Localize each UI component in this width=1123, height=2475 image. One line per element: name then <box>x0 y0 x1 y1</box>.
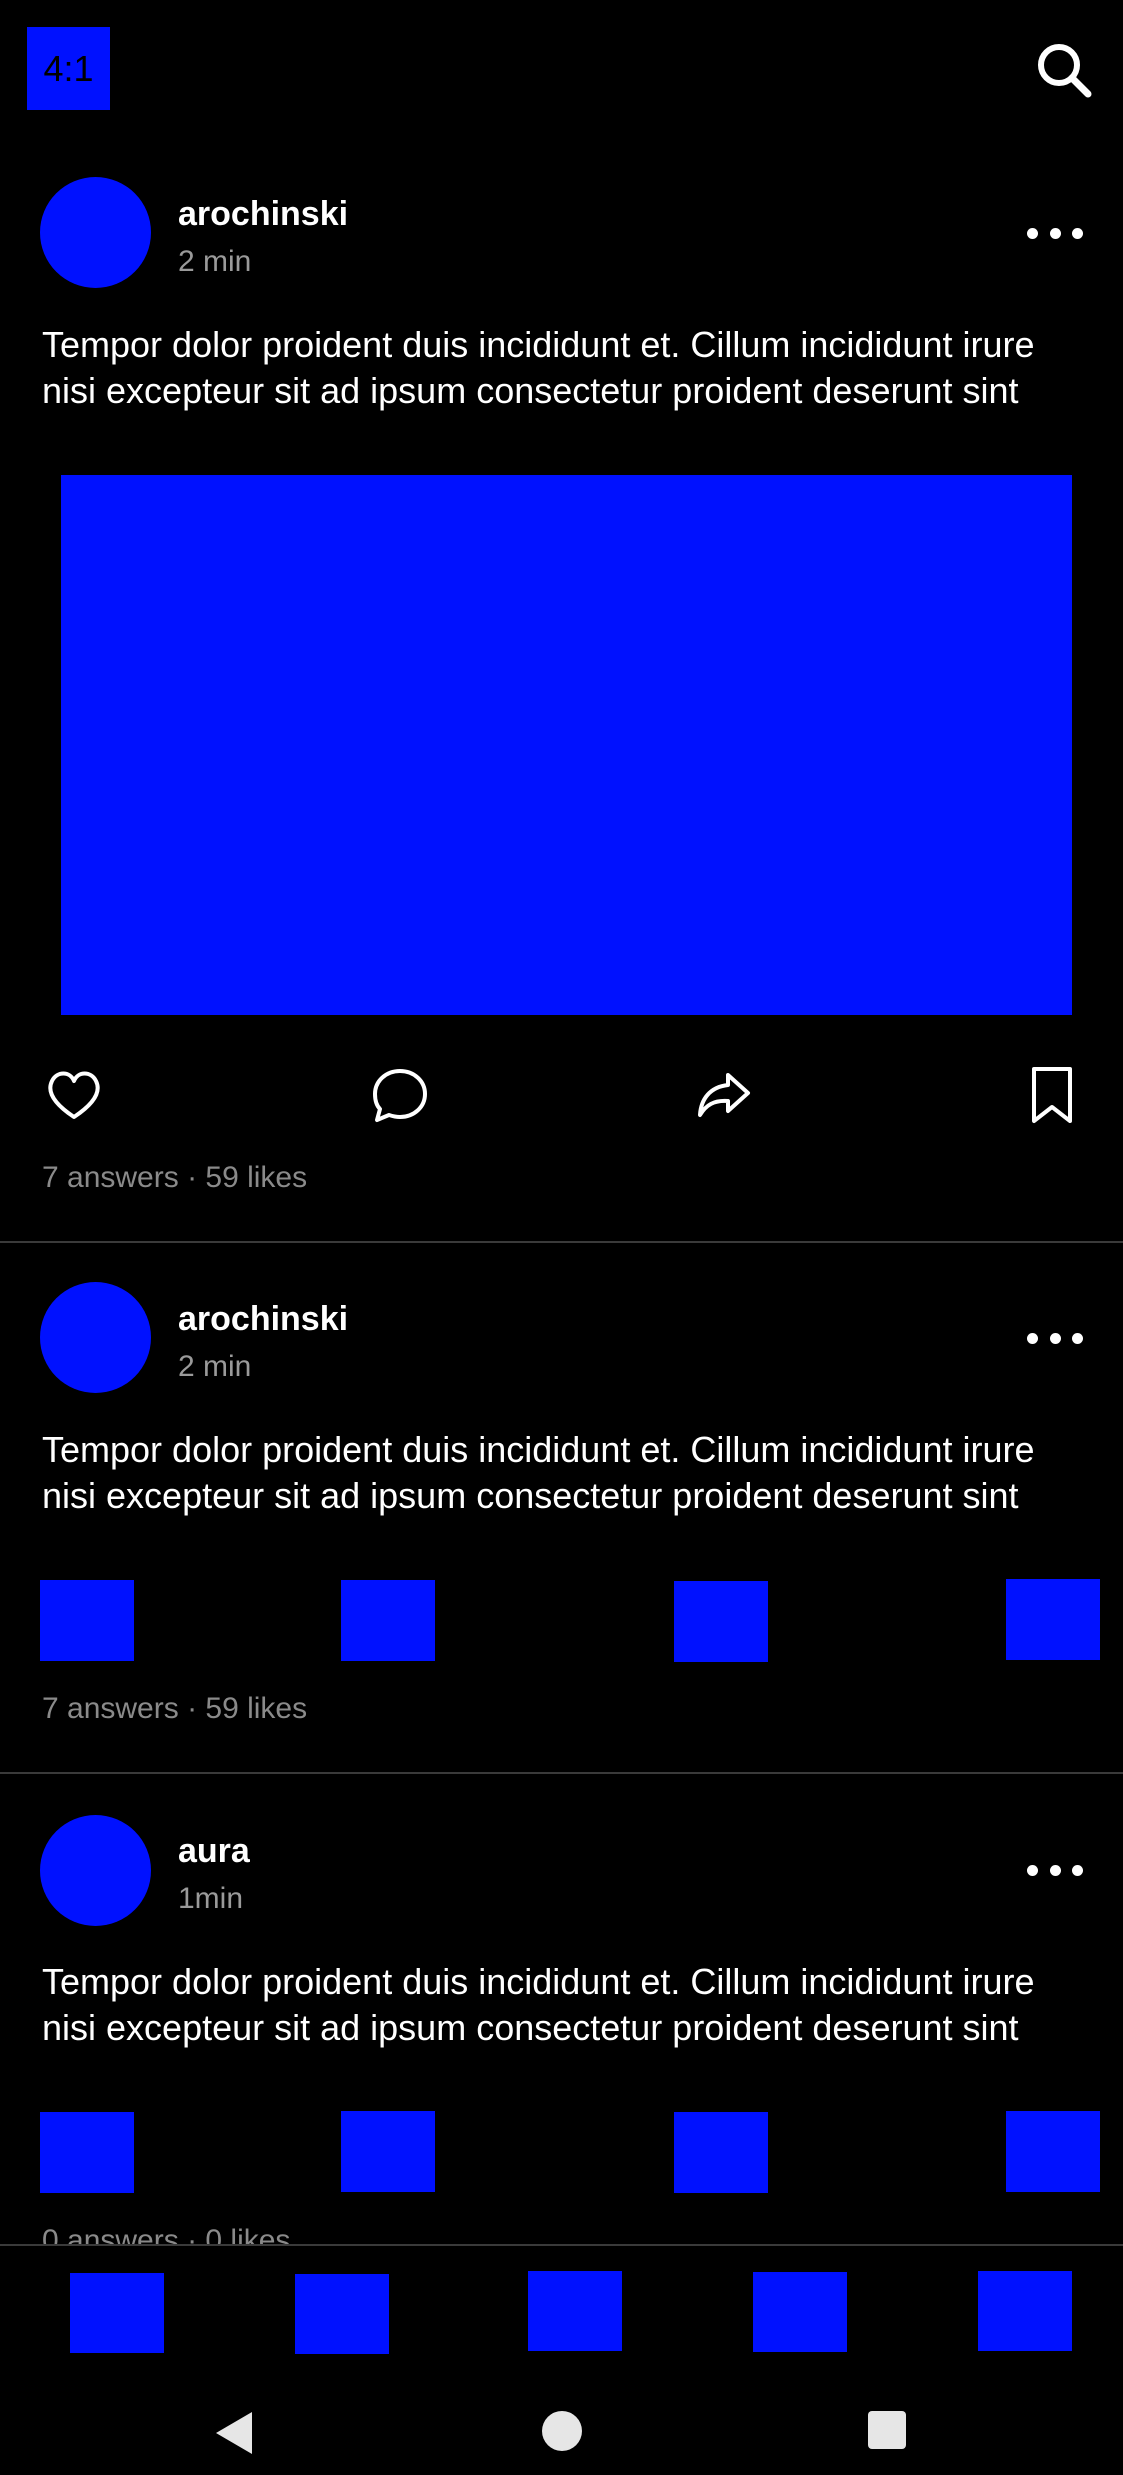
system-home-button[interactable] <box>540 2409 584 2458</box>
divider <box>0 1772 1123 1774</box>
post-stats[interactable]: 7 answers · 59 likes <box>42 1161 307 1195</box>
back-icon <box>216 2412 252 2454</box>
like-button[interactable] <box>42 1063 106 1127</box>
recents-icon <box>868 2411 906 2449</box>
post-thumbnail[interactable] <box>341 2111 435 2192</box>
post-stats[interactable]: 7 answers · 59 likes <box>42 1692 307 1726</box>
system-back-button[interactable] <box>212 2408 256 2463</box>
search-button[interactable] <box>1034 40 1094 100</box>
app-logo[interactable]: 4:1 <box>27 27 110 110</box>
post-text: Tempor dolor proident duis incididunt et… <box>42 324 1035 411</box>
more-dot <box>1049 1864 1061 1876</box>
bottom-nav <box>0 2244 1123 2475</box>
post-time: 2 min <box>178 1350 252 1383</box>
avatar[interactable] <box>40 177 151 288</box>
post-time: 2 min <box>178 245 252 278</box>
more-dot <box>1027 227 1038 239</box>
post-thumbnail[interactable] <box>674 2112 768 2193</box>
post-text: Tempor dolor proident duis incididunt et… <box>42 1961 1035 2048</box>
avatar[interactable] <box>40 1282 151 1393</box>
post-thumbnail[interactable] <box>1006 2111 1100 2192</box>
more-options-button[interactable] <box>1027 1326 1083 1350</box>
search-icon <box>1038 44 1092 98</box>
nav-item-profile[interactable] <box>978 2271 1072 2351</box>
more-options-button[interactable] <box>1027 1858 1083 1882</box>
post-username[interactable]: arochinski <box>178 195 348 234</box>
post-thumbnail[interactable] <box>40 1580 134 1661</box>
more-dot <box>1072 1332 1083 1344</box>
post-thumbnail[interactable] <box>40 2112 134 2193</box>
bookmark-button[interactable] <box>1020 1063 1084 1127</box>
post-thumbnail[interactable] <box>341 1580 435 1661</box>
bookmark-icon <box>1032 1067 1072 1123</box>
more-dot <box>1049 227 1061 239</box>
system-recents-button[interactable] <box>866 2409 908 2456</box>
nav-item-create[interactable] <box>528 2271 622 2351</box>
post-text: Tempor dolor proident duis incididunt et… <box>42 1429 1035 1516</box>
post-username[interactable]: aura <box>178 1832 250 1871</box>
post-thumbnail[interactable] <box>1006 1579 1100 1660</box>
nav-item-explore[interactable] <box>295 2274 389 2354</box>
nav-item-notifications[interactable] <box>753 2272 847 2352</box>
more-options-button[interactable] <box>1027 221 1083 245</box>
post-time: 1min <box>178 1882 244 1915</box>
post-username[interactable]: arochinski <box>178 1300 348 1339</box>
more-dot <box>1049 1332 1061 1344</box>
comment-icon <box>373 1069 427 1122</box>
share-button[interactable] <box>692 1063 756 1127</box>
app-screen: 4:1 arochinski 2 min Tempor dolor proide… <box>0 0 1123 2475</box>
more-dot <box>1027 1332 1038 1344</box>
avatar[interactable] <box>40 1815 151 1926</box>
post-thumbnail[interactable] <box>674 1581 768 1662</box>
more-dot <box>1072 227 1083 239</box>
comment-button[interactable] <box>368 1063 432 1127</box>
more-dot <box>1027 1864 1038 1876</box>
nav-item-home[interactable] <box>70 2273 164 2353</box>
post-image[interactable] <box>61 475 1072 1015</box>
divider <box>0 1241 1123 1243</box>
heart-icon <box>48 1071 100 1119</box>
home-icon <box>542 2411 582 2451</box>
more-dot <box>1072 1864 1083 1876</box>
share-icon <box>698 1073 750 1117</box>
